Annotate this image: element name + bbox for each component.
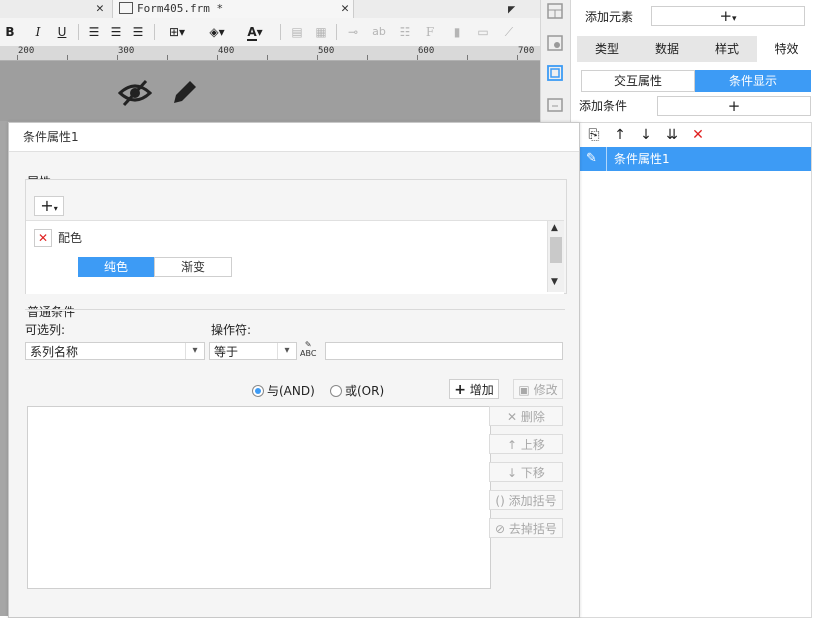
type-tab-bar: 类型 数据 样式 特效 <box>577 36 815 62</box>
move-up-button[interactable]: ↑ 上移 <box>489 434 563 454</box>
underline-button[interactable]: U <box>56 22 68 42</box>
tab-menu-icon[interactable]: ◤ <box>508 0 515 18</box>
remove-attribute-icon[interactable]: ✕ <box>34 229 52 247</box>
format-toolbar: B I U ☰ ☰ ☰ ⊞▾ ◈▾ A▾ ▤ ▦ ⊸ ab ☷ F ▮ ▭ ⟋ <box>0 18 540 47</box>
chevron-down-icon: ▾ <box>277 343 296 359</box>
document-tab-bar: ✕ Form405.frm * ✕ ◤ <box>0 0 540 19</box>
chevron-down-icon: ▾ <box>185 343 204 359</box>
formula-icon[interactable]: F <box>420 22 440 42</box>
property-panel: 添加元素 +▾ 类型 数据 样式 特效 交互属性 条件显示 添加条件 + ⎘ ↑… <box>570 0 815 618</box>
tab-form405[interactable]: Form405.frm * ✕ <box>112 0 354 18</box>
layout-grid-icon[interactable] <box>546 2 564 20</box>
move-down-button[interactable]: ↓ 下移 <box>489 462 563 482</box>
horizontal-ruler: 200 300 400 500 600 700 <box>0 46 540 61</box>
add-element-button[interactable]: +▾ <box>651 6 805 26</box>
operator-label: 操作符: <box>211 323 252 337</box>
italic-button[interactable]: I <box>32 22 44 42</box>
scroll-up-icon[interactable]: ▲ <box>551 223 558 233</box>
scroll-down-icon[interactable]: ▼ <box>551 277 558 287</box>
align-right-icon[interactable]: ☰ <box>130 22 146 42</box>
condition-list-area[interactable] <box>27 406 491 589</box>
solid-color-tab[interactable]: 纯色 <box>78 257 154 277</box>
attribute-name: 配色 <box>58 231 83 245</box>
attributes-group: +▾ ✕ 配色 纯色 渐变 ▲ ▼ <box>25 179 567 294</box>
add-condition-button[interactable]: + <box>657 96 811 116</box>
normal-conditions-label: 普通条件 <box>27 305 76 319</box>
tab-type[interactable]: 类型 <box>577 36 637 62</box>
delete-icon[interactable]: ✕ <box>690 127 706 143</box>
and-label: 与(AND) <box>267 384 315 398</box>
plus-icon: + <box>454 382 466 398</box>
component-icon[interactable] <box>546 64 564 82</box>
or-radio[interactable] <box>330 385 342 397</box>
copy-icon[interactable]: ⎘ <box>586 127 602 143</box>
table-icon[interactable]: ▦ <box>312 22 330 42</box>
widget-settings-icon[interactable] <box>546 34 564 52</box>
tab-interaction[interactable]: 交互属性 <box>581 70 695 92</box>
align-center-icon[interactable]: ☰ <box>108 22 124 42</box>
tab-style[interactable]: 样式 <box>697 36 757 62</box>
tab-effects[interactable]: 特效 <box>757 36 815 62</box>
add-bracket-button[interactable]: () 添加括号 <box>489 490 563 510</box>
move-bottom-icon[interactable]: ⇊ <box>664 127 680 143</box>
or-label: 或(OR) <box>345 384 385 398</box>
effects-subtab-bar: 交互属性 条件显示 <box>581 70 811 92</box>
close-tab-icon[interactable]: ✕ <box>96 0 104 18</box>
tab-data[interactable]: 数据 <box>637 36 697 62</box>
modify-button[interactable]: ▣ 修改 <box>513 379 563 399</box>
condition-item-label: 条件属性1 <box>614 152 670 166</box>
attribute-scrollbar[interactable]: ▲ ▼ <box>547 221 564 292</box>
condition-item[interactable]: ✎ 条件属性1 <box>580 147 811 171</box>
eye-slash-icon[interactable] <box>118 77 152 109</box>
add-condition-label: 添加条件 <box>579 99 628 113</box>
align-left-icon[interactable]: ☰ <box>86 22 102 42</box>
attribute-list: ✕ 配色 纯色 渐变 ▲ ▼ <box>26 220 564 294</box>
border-icon[interactable]: ⊞▾ <box>162 22 192 42</box>
layout-icon[interactable]: ▤ <box>288 22 306 42</box>
text-widget-icon[interactable]: ab <box>370 22 388 42</box>
pencil-icon[interactable] <box>170 77 200 107</box>
delete-button[interactable]: ✕ 删除 <box>489 406 563 426</box>
add-button[interactable]: + 增加 <box>449 379 499 399</box>
list-icon[interactable]: ☷ <box>396 22 414 42</box>
link-icon[interactable]: ⊸ <box>344 22 362 42</box>
move-up-icon[interactable]: ↑ <box>612 127 628 143</box>
chart-icon[interactable]: ▮ <box>448 22 466 42</box>
tab-conditional-display[interactable]: 条件显示 <box>695 70 811 92</box>
fill-color-icon[interactable]: ◈▾ <box>202 22 232 42</box>
gradient-tab[interactable]: 渐变 <box>154 257 232 277</box>
design-canvas <box>0 61 540 121</box>
optional-column-label: 可选列: <box>25 323 66 337</box>
add-element-label: 添加元素 <box>585 10 634 24</box>
move-down-icon[interactable]: ↓ <box>638 127 654 143</box>
font-color-icon[interactable]: A▾ <box>240 22 270 42</box>
dialog-titlebar: 条件属性1 <box>9 123 579 152</box>
image-icon[interactable]: ▭ <box>474 22 492 42</box>
add-attribute-button[interactable]: +▾ <box>34 196 64 216</box>
edit-pencil-icon: ✎ <box>586 151 597 166</box>
close-icon[interactable]: ✕ <box>341 0 349 18</box>
operator-select[interactable]: 等于 ▾ <box>209 342 297 360</box>
form-file-icon <box>119 2 133 14</box>
panel-icon[interactable] <box>546 96 564 114</box>
dialog-title: 条件属性1 <box>23 130 79 144</box>
remove-bracket-button[interactable]: ⊘ 去掉括号 <box>489 518 563 538</box>
column-select[interactable]: 系列名称 ▾ <box>25 342 205 360</box>
condition-list: ⎘ ↑ ↓ ⇊ ✕ ✎ 条件属性1 <box>579 122 812 618</box>
value-input[interactable] <box>325 342 563 360</box>
tab-title: Form405.frm * <box>137 2 224 15</box>
formula-editor-icon[interactable]: ✎ ABC <box>300 340 316 358</box>
and-radio[interactable] <box>252 385 264 397</box>
bold-button[interactable]: B <box>4 22 16 42</box>
condition-attribute-dialog: 条件属性1 属性: +▾ ✕ 配色 纯色 渐变 ▲ ▼ 普通条件 可选列: 操作… <box>8 122 580 618</box>
slash-icon[interactable]: ⟋ <box>500 22 518 42</box>
